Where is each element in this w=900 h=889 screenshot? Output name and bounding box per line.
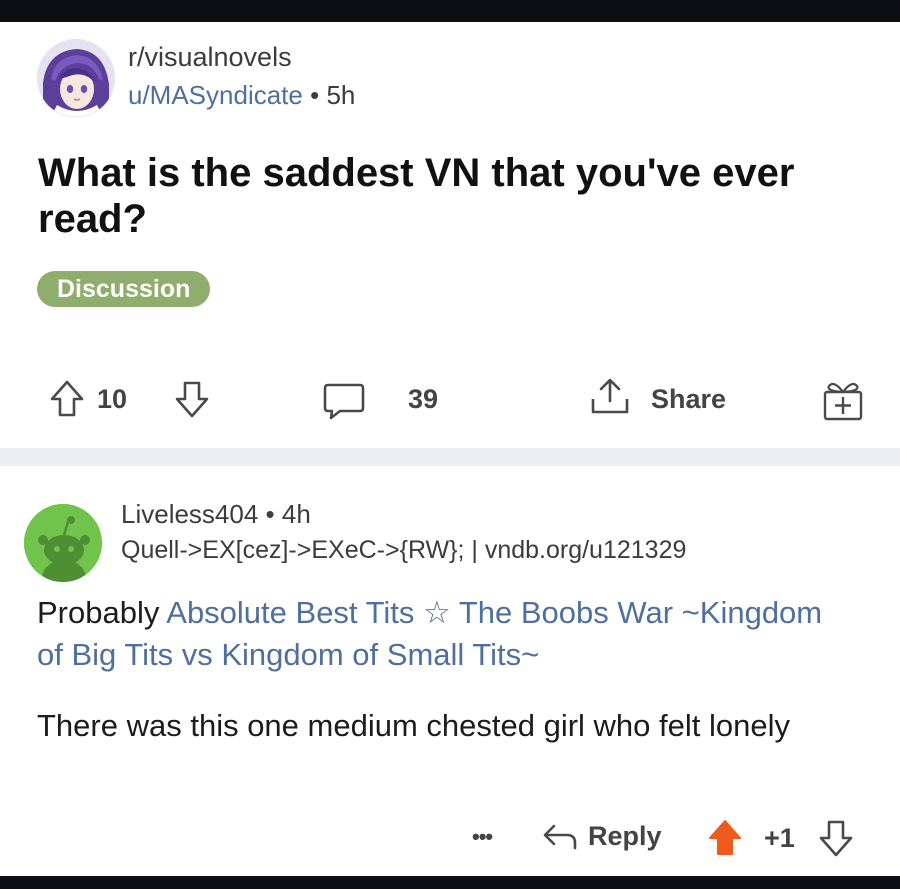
post-title[interactable]: What is the saddest VN that you've ever … [38, 150, 868, 242]
upvote-icon [49, 379, 85, 419]
more-icon: ••• [472, 824, 493, 849]
award-icon [820, 377, 866, 423]
share-button[interactable] [588, 375, 632, 419]
downvote-icon [818, 818, 854, 858]
subreddit-avatar[interactable] [37, 39, 115, 117]
post-meta: u/MASyndicate • 5h [128, 80, 355, 111]
reddit-screenshot: r/visualnovels u/MASyndicate • 5h What i… [0, 22, 900, 876]
comment-age: 4h [281, 499, 311, 529]
reply-button[interactable]: Reply [540, 816, 662, 856]
comment-downvote-button[interactable] [818, 818, 854, 858]
post-vote-count: 10 [97, 384, 128, 414]
reply-label: Reply [588, 820, 662, 851]
comment: Liveless404 • 4h Quell->EX[cez]->EXeC->{… [0, 466, 900, 866]
comment-paragraph: There was this one medium chested girl w… [37, 708, 790, 743]
post-flair[interactable]: Discussion [37, 271, 211, 307]
upvote-button[interactable] [49, 379, 85, 419]
comment-icon [322, 381, 366, 421]
comment-author[interactable]: Liveless404 [121, 499, 258, 529]
comments-button[interactable] [322, 381, 366, 421]
share-icon [588, 375, 632, 419]
upvote-active-icon [707, 818, 743, 858]
comment-actions: ••• Reply +1 [0, 816, 900, 866]
post-age: 5h [326, 80, 356, 110]
award-button[interactable] [820, 377, 866, 423]
comment-paragraph: Probably Absolute Best Tits ☆ The Boobs … [37, 592, 837, 676]
post-comment-count: 39 [408, 384, 439, 414]
downvote-icon [174, 379, 210, 419]
meta-separator: • [258, 499, 282, 529]
user-flair: Quell->EX[cez]->EXeC->{RW}; | vndb.org/u… [121, 536, 687, 564]
post: r/visualnovels u/MASyndicate • 5h What i… [0, 22, 900, 452]
share-label[interactable]: Share [651, 384, 726, 415]
subreddit-name[interactable]: r/visualnovels [128, 42, 292, 73]
post-author[interactable]: u/MASyndicate [128, 80, 303, 110]
comment-vote-count: +1 [764, 823, 795, 853]
section-divider [0, 448, 900, 466]
comment-upvote-button[interactable] [707, 818, 743, 858]
comment-meta: Liveless404 • 4h [121, 499, 311, 530]
commenter-avatar[interactable] [24, 504, 102, 582]
comment-text: Probably [37, 595, 167, 630]
more-options-button[interactable]: ••• [472, 824, 493, 850]
reply-icon [540, 816, 580, 856]
meta-separator: • [302, 80, 327, 110]
post-actions: 10 39 Share [0, 377, 900, 427]
comment-body: Probably Absolute Best Tits ☆ The Boobs … [37, 592, 837, 776]
downvote-button[interactable] [174, 379, 210, 419]
